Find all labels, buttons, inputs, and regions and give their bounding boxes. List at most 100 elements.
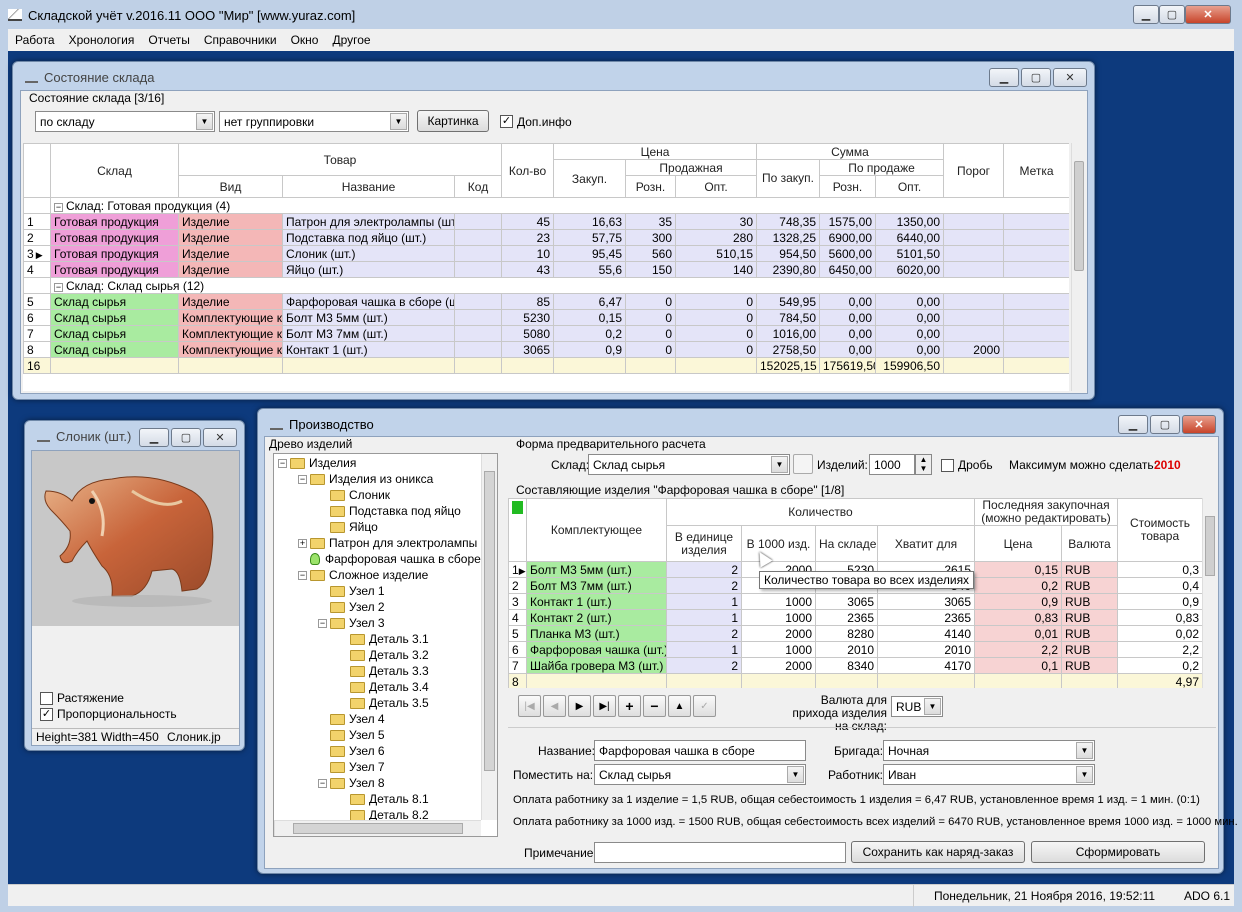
cell-component[interactable]: Шайба гровера М3 (шт.) <box>526 657 667 674</box>
tree-item[interactable]: Узел 5 <box>318 728 385 742</box>
save-order-button[interactable]: Сохранить как наряд-заказ <box>851 841 1025 863</box>
cell-sum-retail[interactable]: 0,00 <box>819 341 876 358</box>
stock-close-button[interactable]: ✕ <box>1053 68 1087 87</box>
cell-sum-wholesale[interactable]: 0,00 <box>875 341 944 358</box>
cell-purchase[interactable]: 6,47 <box>553 293 626 310</box>
cell-kind[interactable]: Изделие <box>178 293 283 310</box>
put-select[interactable]: Склад сырья ▼ <box>594 764 806 785</box>
cell-code[interactable] <box>454 293 502 310</box>
cell-purchase[interactable]: 0,15 <box>553 309 626 326</box>
menu-reports[interactable]: Отчеты <box>148 33 189 47</box>
cell-sum-purchase[interactable]: 549,95 <box>756 293 820 310</box>
cell-code[interactable] <box>454 213 502 230</box>
cell-mark[interactable] <box>1003 245 1069 262</box>
cell-mark[interactable] <box>1003 309 1069 326</box>
tree-item[interactable]: Узел 6 <box>318 744 385 758</box>
cell-qty[interactable]: 5080 <box>501 325 554 342</box>
cell-wholesale[interactable]: 140 <box>675 261 757 278</box>
cell-in-stock[interactable]: 3065 <box>815 593 878 610</box>
cell-kind[interactable]: Комплектующие к г <box>178 325 283 342</box>
nav-next-button[interactable]: ▶ <box>568 695 591 717</box>
cell-code[interactable] <box>454 245 502 262</box>
cell-currency[interactable]: RUB <box>1061 625 1119 642</box>
tree-item[interactable]: Узел 1 <box>318 584 385 598</box>
cell-per-unit[interactable]: 2 <box>666 657 742 674</box>
production-close-button[interactable]: ✕ <box>1182 415 1216 434</box>
col-price[interactable]: Цена <box>553 143 757 160</box>
cell-sum-retail[interactable]: 6900,00 <box>819 229 876 246</box>
cell-purchase[interactable]: 16,63 <box>553 213 626 230</box>
grid-select-all-icon[interactable] <box>512 501 523 514</box>
cell-threshold[interactable] <box>943 309 1004 326</box>
menu-window[interactable]: Окно <box>291 33 319 47</box>
minimize-button[interactable]: ▁ <box>1133 5 1159 24</box>
cell-code[interactable] <box>454 229 502 246</box>
cell-price[interactable]: 2,2 <box>974 641 1063 658</box>
name-input[interactable]: Фарфоровая чашка в сборе <box>594 740 806 761</box>
cell-kind[interactable]: Изделие <box>178 229 283 246</box>
cell-sum-purchase[interactable]: 1016,00 <box>756 325 820 342</box>
collapse-icon[interactable]: − <box>298 570 307 580</box>
cell-sum-retail[interactable]: 0,00 <box>819 293 876 310</box>
cell-threshold[interactable] <box>943 293 1004 310</box>
menu-references[interactable]: Справочники <box>204 33 277 47</box>
cell-in-stock[interactable]: 8340 <box>815 657 878 674</box>
tree-item[interactable]: − Узел 8 <box>318 776 385 790</box>
stock-scrollbar[interactable] <box>1071 143 1085 391</box>
col-cost[interactable]: Стоимость товара <box>1117 498 1202 562</box>
table-row[interactable]: 5 Склад сырья Изделие Фарфоровая чашка в… <box>23 293 1069 310</box>
cell-purchase[interactable]: 95,45 <box>553 245 626 262</box>
col-qty[interactable]: Кол-во <box>501 143 554 198</box>
cell-retail[interactable]: 0 <box>625 293 676 310</box>
cell-per-1000[interactable]: 1000 <box>741 641 816 658</box>
maximize-button[interactable]: ▢ <box>1159 5 1185 24</box>
cell-name[interactable]: Подставка под яйцо (шт.) <box>282 229 455 246</box>
nav-delete-button[interactable]: − <box>643 695 666 717</box>
table-row[interactable]: 7 Шайба гровера М3 (шт.) 2 2000 8340 417… <box>508 657 1202 674</box>
col-per-unit[interactable]: В единице изделия <box>666 525 742 562</box>
note-input[interactable] <box>594 842 846 863</box>
cell-kind[interactable]: Изделие <box>178 213 283 230</box>
cell-wholesale[interactable]: 0 <box>675 325 757 342</box>
cell-per-1000[interactable]: 2000 <box>741 657 816 674</box>
cell-currency[interactable]: RUB <box>1061 577 1119 594</box>
cell-threshold[interactable] <box>943 229 1004 246</box>
cell-warehouse[interactable]: Готовая продукция <box>50 229 179 246</box>
cell-sum-retail[interactable]: 0,00 <box>819 309 876 326</box>
items-spinner[interactable]: ▲ ▼ <box>915 454 932 475</box>
cell-kind[interactable]: Комплектующие к г <box>178 341 283 358</box>
collapse-icon[interactable]: − <box>318 618 327 628</box>
cell-qty[interactable]: 85 <box>501 293 554 310</box>
nav-check-button[interactable]: ✓ <box>693 695 716 717</box>
cell-component[interactable]: Болт М3 5мм (шт.) <box>526 561 667 578</box>
cell-retail[interactable]: 300 <box>625 229 676 246</box>
cell-cost[interactable]: 0,9 <box>1117 593 1202 610</box>
cell-cost[interactable]: 0,4 <box>1117 577 1202 594</box>
tree-item[interactable]: Узел 2 <box>318 600 385 614</box>
cell-sum-retail[interactable]: 1575,00 <box>819 213 876 230</box>
table-row[interactable]: 2 Готовая продукция Изделие Подставка по… <box>23 229 1069 246</box>
cell-wholesale[interactable]: 0 <box>675 309 757 326</box>
filter-grouping-select[interactable]: нет группировки ▼ <box>219 111 409 132</box>
cell-qty[interactable]: 3065 <box>501 341 554 358</box>
cell-qty[interactable]: 45 <box>501 213 554 230</box>
cell-kind[interactable]: Изделие <box>178 245 283 262</box>
cell-warehouse[interactable]: Готовая продукция <box>50 245 179 262</box>
col-retail[interactable]: Розн. <box>625 175 676 198</box>
cell-mark[interactable] <box>1003 325 1069 342</box>
table-row[interactable]: 6 Склад сырья Комплектующие к г Болт М3 … <box>23 309 1069 326</box>
cell-component[interactable]: Болт М3 7мм (шт.) <box>526 577 667 594</box>
cell-warehouse[interactable]: Склад сырья <box>50 309 179 326</box>
cell-mark[interactable] <box>1003 293 1069 310</box>
nav-prev-button[interactable]: ◀ <box>543 695 566 717</box>
cell-per-1000[interactable]: 1000 <box>741 609 816 626</box>
cell-code[interactable] <box>454 325 502 342</box>
cell-sum-wholesale[interactable]: 6020,00 <box>875 261 944 278</box>
picture-button[interactable]: Картинка <box>417 110 489 132</box>
currency-select[interactable]: RUB ▼ <box>891 696 943 717</box>
cell-code[interactable] <box>454 341 502 358</box>
col-price[interactable]: Цена <box>974 525 1063 562</box>
cell-warehouse[interactable]: Склад сырья <box>50 293 179 310</box>
cell-wholesale[interactable]: 0 <box>675 293 757 310</box>
col-sum-wholesale[interactable]: Опт. <box>875 175 944 198</box>
